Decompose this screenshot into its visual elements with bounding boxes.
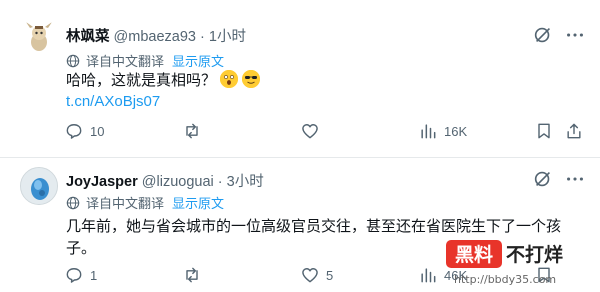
action-bar: 10 16K xyxy=(64,121,584,143)
svg-text:黑料: 黑料 xyxy=(455,243,493,266)
avatar[interactable] xyxy=(20,167,58,205)
separator-dot: · xyxy=(217,174,223,190)
views-count: 16K xyxy=(444,123,468,139)
sunglasses-face-emoji xyxy=(242,70,261,88)
retweet-button[interactable] xyxy=(182,265,208,285)
tweet-top-icons xyxy=(522,24,586,46)
astonished-face-emoji xyxy=(220,70,239,88)
translation-bar: 译自中文翻译 显示原文 xyxy=(66,51,224,70)
timestamp[interactable]: 3小时 xyxy=(227,174,264,190)
timestamp[interactable]: 1小时 xyxy=(209,29,246,45)
watermark-logo: 黑料 不打烊 http://bbdy35.com xyxy=(446,240,563,286)
display-name[interactable]: JoyJasper xyxy=(66,174,138,190)
views-icon xyxy=(421,268,436,283)
svg-text:http://bbdy35.com: http://bbdy35.com xyxy=(454,273,556,286)
more-icon[interactable] xyxy=(564,24,586,46)
tweet-text: 哈哈，这就是真相吗？ xyxy=(66,70,261,92)
heart-icon xyxy=(302,124,318,139)
tweet-text-content: 哈哈，这就是真相吗？ xyxy=(66,72,217,89)
share-button[interactable] xyxy=(564,121,584,141)
heart-icon xyxy=(302,268,318,283)
more-icon[interactable] xyxy=(564,168,586,190)
tweet-top-icons xyxy=(522,168,586,190)
show-original-link[interactable]: 显示原文 xyxy=(172,51,224,70)
bookmark-button[interactable] xyxy=(534,121,554,141)
handle[interactable]: @mbaeza93 xyxy=(114,29,196,45)
svg-text:不打烊: 不打烊 xyxy=(506,243,563,266)
bookmark-icon xyxy=(538,123,550,139)
translation-bar: 译自中文翻译 显示原文 xyxy=(66,193,224,212)
reply-button[interactable]: 1 xyxy=(64,265,97,285)
reply-icon xyxy=(66,124,82,139)
globe-icon xyxy=(66,196,80,209)
translated-from-label: 译自中文翻译 xyxy=(86,54,165,69)
handle[interactable]: @lizuoguai xyxy=(142,174,214,190)
retweet-button[interactable] xyxy=(182,121,208,141)
grok-icon[interactable] xyxy=(532,24,554,46)
share-icon xyxy=(567,123,581,139)
globe-icon xyxy=(66,54,80,67)
like-button[interactable]: 5 xyxy=(300,265,333,285)
like-button[interactable] xyxy=(300,121,326,141)
avatar[interactable] xyxy=(20,18,58,56)
show-original-link[interactable]: 显示原文 xyxy=(172,193,224,212)
retweet-icon xyxy=(186,123,198,139)
tweet-header: JoyJasper @lizuoguai · 3小时 xyxy=(66,170,264,191)
tweet-link[interactable]: t.cn/AXoBjs07 xyxy=(66,93,160,110)
tweet-header: 林飒菜 @mbaeza93 · 1小时 xyxy=(66,25,246,46)
reply-button[interactable]: 10 xyxy=(64,121,104,141)
retweet-icon xyxy=(186,267,198,283)
like-count: 5 xyxy=(326,267,334,283)
views-button[interactable]: 16K xyxy=(418,121,467,141)
reply-count: 1 xyxy=(90,267,98,283)
display-name[interactable]: 林飒菜 xyxy=(66,29,110,45)
reply-icon xyxy=(66,268,82,283)
translated-from-label: 译自中文翻译 xyxy=(86,196,165,211)
grok-icon[interactable] xyxy=(532,168,554,190)
reply-count: 10 xyxy=(90,123,105,139)
views-icon xyxy=(421,124,436,139)
separator-dot: · xyxy=(200,29,205,45)
tweet[interactable]: 林飒菜 @mbaeza93 · 1小时 译自中文翻译 显示原文 哈哈，这就是真相… xyxy=(0,0,600,157)
